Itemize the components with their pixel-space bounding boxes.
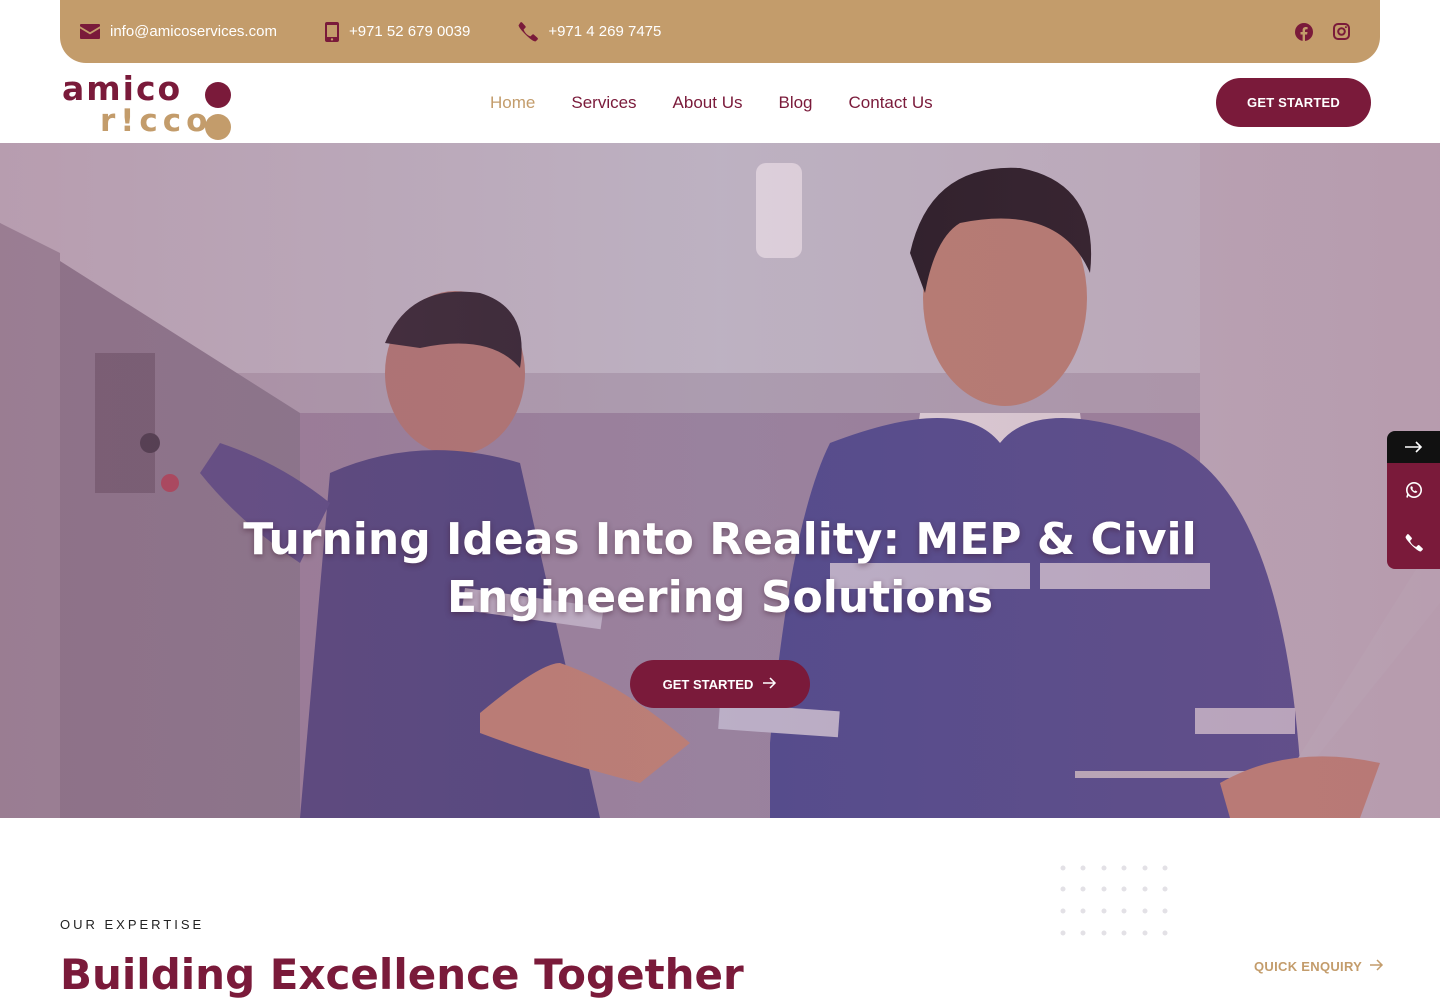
phone-icon[interactable] (1387, 516, 1440, 569)
nav-item-blog[interactable]: Blog (778, 93, 812, 113)
quick-enquiry-link[interactable]: QUICK ENQUIRY (1254, 959, 1384, 974)
hero-banner: Turning Ideas Into Reality: MEP & Civil … (0, 143, 1440, 818)
phone-contact[interactable]: +971 4 269 7475 (518, 21, 662, 42)
quick-enquiry-label: QUICK ENQUIRY (1254, 959, 1363, 974)
nav-item-home[interactable]: Home (490, 93, 535, 113)
hero-get-started-button[interactable]: GET STARTED (630, 660, 810, 708)
logo-dot-accent (205, 114, 231, 140)
nav-item-contact-us[interactable]: Contact Us (849, 93, 933, 113)
nav-item-about-us[interactable]: About Us (673, 93, 743, 113)
hero-title: Turning Ideas Into Reality: MEP & Civil … (243, 514, 1197, 623)
arrow-right-icon (1370, 959, 1384, 974)
arrow-right-icon (763, 676, 777, 692)
phone-icon (518, 21, 539, 42)
main-nav: Home Services About Us Blog Contact Us (490, 63, 933, 143)
arrow-right-icon[interactable] (1387, 431, 1440, 463)
mobile-contact[interactable]: +971 52 679 0039 (324, 21, 471, 42)
email-text: info@amicoservices.com (110, 23, 277, 40)
logo[interactable]: amico r!cco (62, 69, 237, 140)
instagram-icon[interactable] (1333, 23, 1350, 40)
top-contact-bar: info@amicoservices.com +971 52 679 0039 … (60, 0, 1380, 63)
facebook-icon[interactable] (1295, 22, 1313, 41)
hero-cta-label: GET STARTED (662, 676, 754, 692)
site-header: amico r!cco Home Services About Us Blog … (0, 63, 1440, 143)
decorative-dot-grid (1060, 865, 1168, 936)
logo-word-ricco: r!cco (100, 103, 213, 139)
mobile-text: +971 52 679 0039 (348, 23, 471, 40)
phone-text: +971 4 269 7475 (548, 23, 662, 40)
nav-item-services[interactable]: Services (571, 93, 636, 113)
social-links (1295, 22, 1360, 41)
section-eyebrow: OUR EXPERTISE (60, 917, 205, 932)
envelope-icon (80, 24, 100, 39)
get-started-button[interactable]: GET STARTED (1216, 78, 1371, 127)
floating-contact-tab (1387, 431, 1440, 569)
hero-overlay (0, 143, 1440, 818)
section-title: Building Excellence Together (60, 950, 744, 999)
email-contact[interactable]: info@amicoservices.com (80, 23, 277, 40)
whatsapp-icon[interactable] (1387, 463, 1440, 516)
mobile-phone-icon (324, 21, 339, 42)
